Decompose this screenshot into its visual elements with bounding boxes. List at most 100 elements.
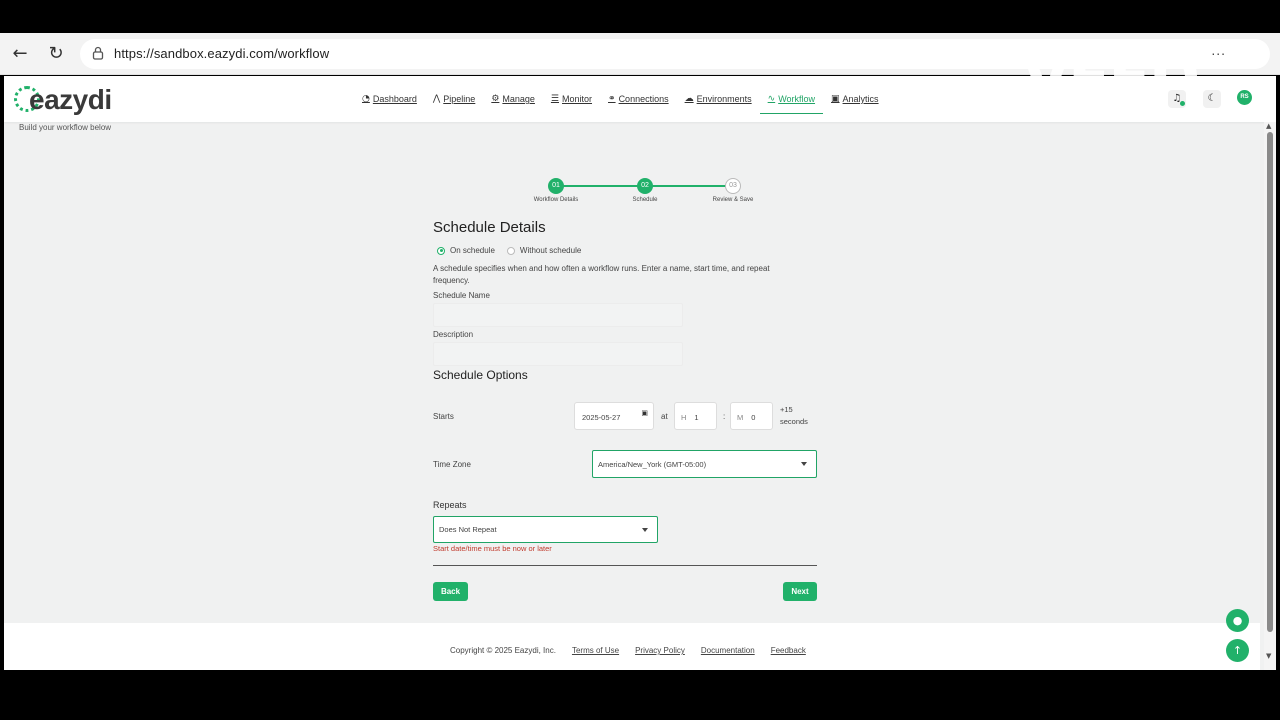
description-label: Description xyxy=(433,330,474,339)
scroll-up-icon[interactable]: ▲ xyxy=(1266,122,1271,130)
nav-label: Analytics xyxy=(842,94,879,104)
page-subtitle: Build your workflow below xyxy=(19,123,112,132)
without-schedule-label[interactable]: Without schedule xyxy=(520,246,581,255)
dark-mode-moon-icon[interactable]: ☾ xyxy=(1203,90,1221,108)
schedule-name-label: Schedule Name xyxy=(433,291,490,300)
footer-links: Copyright © 2025 Eazydi, Inc. Terms of U… xyxy=(450,646,822,655)
footer: Copyright © 2025 Eazydi, Inc. Terms of U… xyxy=(4,623,1260,670)
back-arrow-icon[interactable]: ← xyxy=(9,43,31,65)
nav-environments[interactable]: ☁ Environments xyxy=(677,76,760,122)
time-colon: : xyxy=(723,412,726,421)
hour-input[interactable]: H1 xyxy=(674,402,717,430)
step-connector-1 xyxy=(560,185,640,187)
calendar-icon[interactable]: ▣ xyxy=(641,409,648,417)
repeats-value: Does Not Repeat xyxy=(439,525,497,534)
nav-workflow[interactable]: ∿ Workflow xyxy=(759,76,824,122)
app-window: eazydi ◔ Dashboard ⋀ Pipeline ⚙ Manage ☰ Monito… xyxy=(4,76,1276,670)
terms-link[interactable]: Terms of Use xyxy=(572,646,619,655)
logo-text: eazydi xyxy=(29,84,112,115)
form-divider xyxy=(433,565,817,566)
analytics-icon: ▣ xyxy=(831,94,840,104)
next-button[interactable]: Next xyxy=(783,582,817,601)
timezone-label: Time Zone xyxy=(433,460,471,469)
scroll-top-arrow-icon[interactable]: ↑ xyxy=(1226,639,1249,662)
step-1-label: Workflow Details xyxy=(533,197,579,203)
page-scrollbar[interactable]: ▲ ▼ xyxy=(1264,122,1276,670)
step-3-circle[interactable]: 03 xyxy=(725,178,741,194)
nav-label: Connections xyxy=(618,94,669,104)
seconds-note-word: seconds xyxy=(780,417,808,426)
scroll-down-icon[interactable]: ▼ xyxy=(1266,652,1271,660)
nav-dashboard[interactable]: ◔ Dashboard xyxy=(354,76,425,122)
dashboard-icon: ◔ xyxy=(362,94,370,104)
site-info-icon[interactable] xyxy=(92,46,104,60)
chevron-down-icon xyxy=(801,462,807,466)
top-nav: eazydi ◔ Dashboard ⋀ Pipeline ⚙ Manage ☰ Monito… xyxy=(4,76,1276,122)
start-date-value: 2025-05-27 xyxy=(582,413,621,422)
repeats-select[interactable]: Does Not Repeat xyxy=(433,516,658,543)
browser-toolbar: ← ↻ https://sandbox.eazydi.com/workflow … xyxy=(0,33,1280,109)
nav-pipeline[interactable]: ⋀ Pipeline xyxy=(425,76,483,122)
nav-connections[interactable]: ⚭ Connections xyxy=(600,76,677,122)
avatar[interactable]: RS xyxy=(1237,90,1252,105)
nav-label: Pipeline xyxy=(443,94,476,104)
step-2-circle[interactable]: 02 xyxy=(637,178,653,194)
at-label: at xyxy=(661,412,668,421)
privacy-link[interactable]: Privacy Policy xyxy=(635,646,685,655)
step-2-label: Schedule xyxy=(632,197,658,203)
repeats-label: Repeats xyxy=(433,500,467,510)
schedule-options-heading: Schedule Options xyxy=(433,368,528,382)
copyright-text: Copyright © 2025 Eazydi, Inc. xyxy=(450,646,556,655)
chat-bubble-icon[interactable]: ● xyxy=(1226,609,1249,632)
url-text[interactable]: https://sandbox.eazydi.com/workflow xyxy=(114,46,329,61)
start-date-input[interactable]: 2025-05-27 ▣ xyxy=(574,402,654,430)
scroll-thumb[interactable] xyxy=(1267,132,1273,632)
schedule-radio-group: On schedule Without schedule xyxy=(437,246,593,255)
schedule-help-text: A schedule specifies when and how often … xyxy=(433,264,770,285)
documentation-link[interactable]: Documentation xyxy=(701,646,755,655)
nav-monitor[interactable]: ☰ Monitor xyxy=(543,76,600,122)
reload-icon[interactable]: ↻ xyxy=(45,43,67,65)
main-menu: ◔ Dashboard ⋀ Pipeline ⚙ Manage ☰ Monitor ⚭ Conne… xyxy=(354,76,887,122)
step-1-circle[interactable]: 01 xyxy=(548,178,564,194)
browser-more-icon[interactable]: ... xyxy=(1211,42,1226,58)
nav-manage[interactable]: ⚙ Manage xyxy=(483,76,543,122)
feedback-link[interactable]: Feedback xyxy=(771,646,806,655)
timezone-select[interactable]: America/New_York (GMT-05:00) xyxy=(592,450,817,478)
seconds-note: +15 seconds xyxy=(780,404,808,428)
nav-analytics[interactable]: ▣ Analytics xyxy=(823,76,887,122)
nav-label: Manage xyxy=(502,94,535,104)
eazydi-logo[interactable]: eazydi xyxy=(14,82,114,116)
schedule-details-heading: Schedule Details xyxy=(433,219,546,236)
nav-label: Dashboard xyxy=(372,94,417,104)
without-schedule-radio[interactable] xyxy=(506,246,515,255)
step-connector-2 xyxy=(649,185,729,187)
schedule-name-input[interactable] xyxy=(433,303,683,327)
validation-error: Start date/time must be now or later xyxy=(433,544,552,553)
notification-dot xyxy=(1180,101,1185,106)
minute-placeholder: M xyxy=(737,413,744,422)
screen: ← ↻ https://sandbox.eazydi.com/workflow … xyxy=(0,0,1280,720)
stepper: 01 02 03 Workflow Details Schedule Revie… xyxy=(532,178,762,208)
on-schedule-radio[interactable] xyxy=(437,246,445,255)
hour-placeholder: H xyxy=(681,413,687,422)
bell-icon[interactable]: ♫ xyxy=(1168,90,1186,108)
link-icon: ⚭ xyxy=(608,94,616,104)
workflow-icon: ∿ xyxy=(767,94,776,104)
nav-label: Workflow xyxy=(778,94,816,104)
nav-label: Monitor xyxy=(562,94,593,104)
minute-value: 0 xyxy=(751,413,756,422)
chevron-down-icon xyxy=(642,527,648,532)
monitor-icon: ☰ xyxy=(550,94,559,104)
seconds-note-plus: +15 xyxy=(780,405,793,414)
on-schedule-label[interactable]: On schedule xyxy=(450,246,495,255)
nav-label: Environments xyxy=(696,94,752,104)
manage-icon: ⚙ xyxy=(491,94,500,104)
description-input[interactable] xyxy=(433,342,683,366)
back-button[interactable]: Back xyxy=(433,582,468,601)
cloud-icon: ☁ xyxy=(684,94,694,104)
timezone-value: America/New_York (GMT-05:00) xyxy=(598,459,707,469)
hour-value: 1 xyxy=(694,413,699,422)
minute-input[interactable]: M0 xyxy=(730,402,773,430)
starts-label: Starts xyxy=(433,412,454,421)
